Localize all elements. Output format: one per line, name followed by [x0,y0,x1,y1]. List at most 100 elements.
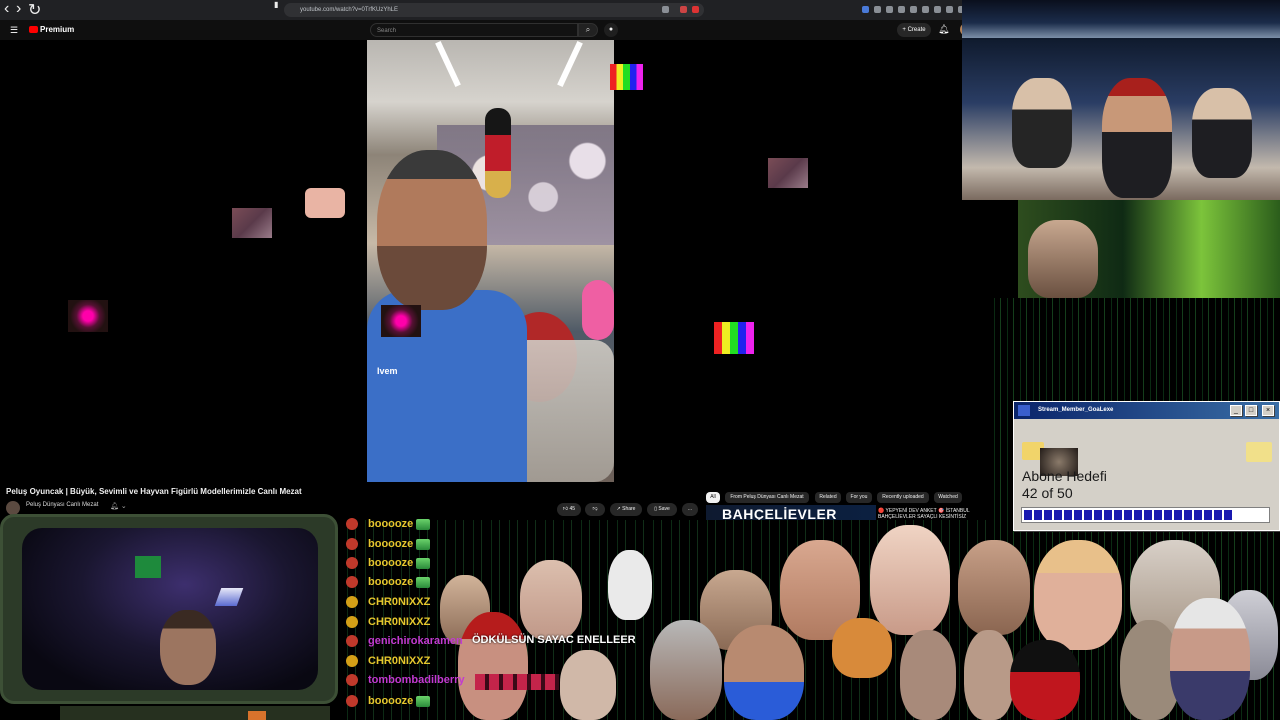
extension-icon[interactable] [898,6,905,13]
progress-segment [1074,510,1082,520]
face-figure [900,630,956,720]
extension-icon[interactable] [946,6,953,13]
progress-segment [1064,510,1072,520]
chat-message: booooze [346,573,706,592]
search-icon[interactable]: ⌕ [578,23,598,37]
bell-icon[interactable]: 🔔︎ [938,24,949,35]
channel-name[interactable]: Peluş Dünyası Canlı Mezat [26,502,98,508]
hamburger-icon[interactable]: ☰ [10,25,18,36]
plush-toy [485,108,511,198]
progress-segment [1104,510,1112,520]
youtube-logo-icon[interactable] [29,26,38,33]
progress-segment [1024,510,1032,520]
chat-message: CHR0NIXXZ [346,652,706,671]
progress-segment [1164,510,1172,520]
goal-dialog: Stream_Member_GoaLexe _ □ × Abone Hedefi… [1013,401,1280,531]
chip-all[interactable]: All [706,492,720,503]
glitch-sprite [68,300,108,332]
shirt-logo: Ivem [377,366,398,376]
progress-segment [1184,510,1192,520]
address-bar[interactable]: youtube.com/watch?v=0TrfKUzYhLE [284,3,704,17]
goal-progress-bar [1021,507,1270,523]
streamer-face [160,610,216,685]
like-icon: 👍︎ [562,506,570,512]
chat-username: booooze [368,538,414,550]
chat-message: booooze [346,535,706,554]
webcam-bottom-bar [60,706,330,720]
plush-pig [582,280,614,340]
forward-icon[interactable]: › [16,0,21,18]
ceiling-light [557,40,583,88]
extension-icon[interactable] [922,6,929,13]
notification-bell-icon[interactable]: 🔔︎ ⌄ [110,502,127,510]
bookmark-icon[interactable]: ▮ [274,0,278,9]
face-figure [1010,640,1080,720]
chat-username: genichirokaramen [368,635,463,647]
chat-username: CHR0NIXXZ [368,596,431,608]
chat-badge-icon [346,518,358,530]
glitch-sprite [610,64,643,90]
logo-text[interactable]: Premium [40,25,74,34]
search-input[interactable]: Search [370,23,578,37]
chat-badge-icon [346,655,358,667]
progress-segment [1194,510,1202,520]
figure [1192,88,1252,178]
emote-icon [416,577,430,588]
recommendation-title[interactable]: 🔴 YEPYENİ DEV ANKET 🎯 İSTANBUL BAHÇELİEV… [878,508,978,520]
progress-segment [1124,510,1132,520]
glitch-sprite [232,208,272,238]
glitch-sprite [714,322,754,354]
reload-icon[interactable]: ↻ [28,0,41,20]
extension-icon[interactable] [934,6,941,13]
progress-segment [1144,510,1152,520]
overlay-image-flying [962,38,1280,200]
progress-segment [1054,510,1062,520]
chat-username: booooze [368,576,414,588]
extension-icon[interactable] [886,6,893,13]
extension-icon[interactable] [874,6,881,13]
chip-from-channel[interactable]: From Peluş Dünyası Canlı Mezat [725,492,809,503]
progress-segment [1044,510,1052,520]
progress-segment [1084,510,1092,520]
emote-icon [416,696,430,707]
maximize-icon[interactable]: □ [1245,405,1257,416]
extension-icon[interactable] [662,6,669,13]
chat-badge-icon [346,538,358,550]
chip-related[interactable]: Related [815,492,841,503]
back-icon[interactable]: ‹ [4,0,9,18]
minimize-icon[interactable]: _ [1230,405,1242,416]
chat-username: booooze [368,557,414,569]
overlay-image-top [962,0,1280,38]
progress-segment [1094,510,1102,520]
emote-icon [416,558,430,569]
emote-icon [416,539,430,550]
emote-icon [416,519,430,530]
chat-message: booooze [346,692,706,711]
mic-icon[interactable]: ● [604,23,618,37]
extension-icon[interactable] [862,6,869,13]
create-button[interactable]: + Create [897,23,931,37]
face-figure [832,618,892,678]
chat-badge-icon [346,674,358,686]
close-icon[interactable]: × [1262,405,1274,416]
face-figure [1034,540,1122,650]
chip-watched[interactable]: Watched [934,492,962,503]
chat-badge-icon [346,557,358,569]
figure [1102,78,1172,198]
channel-avatar[interactable] [6,501,20,515]
progress-segment [1154,510,1162,520]
progress-segment [1204,510,1212,520]
video-player[interactable]: Ivem [367,40,614,482]
extension-icon[interactable] [692,6,699,13]
glitch-sprite [381,305,421,337]
progress-segment [1114,510,1122,520]
face-figure [870,525,950,635]
progress-segment [1224,510,1232,520]
extension-icon[interactable] [910,6,917,13]
chip-for-you[interactable]: For you [846,492,872,503]
face-figure [724,625,804,720]
chip-recently-uploaded[interactable]: Recently uploaded [877,492,929,503]
extension-icon[interactable] [680,6,687,13]
progress-segment [1174,510,1182,520]
chat-message: CHR0NIXXZ [346,613,706,632]
